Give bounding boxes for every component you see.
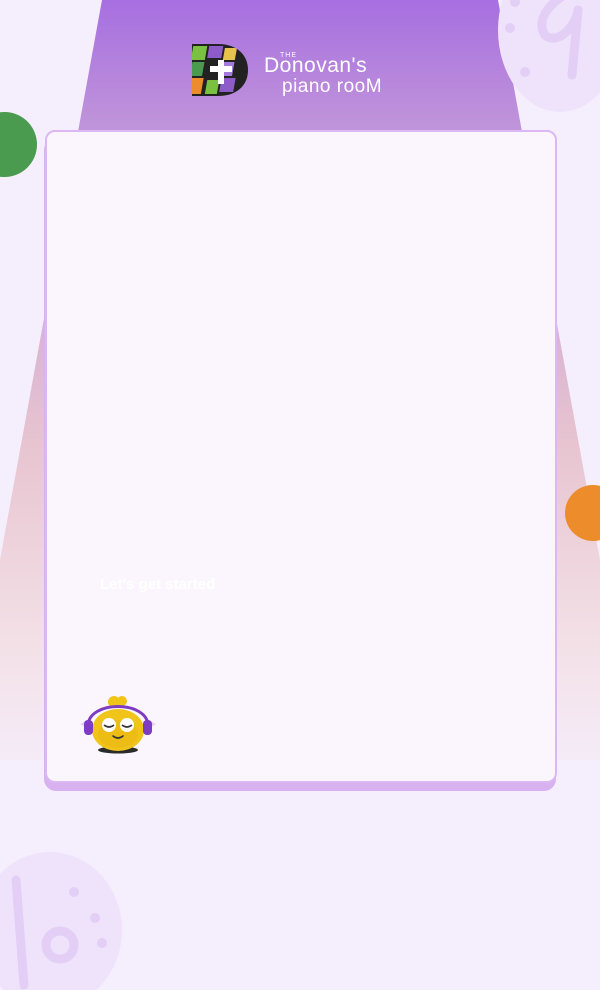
headphones-chick-mascot-icon	[80, 696, 156, 754]
brand-subname: piano rooM	[282, 76, 383, 97]
green-circle-decoration	[0, 112, 37, 177]
get-started-button[interactable]: Let's get started	[100, 576, 215, 593]
brand-name: Donovan's	[264, 54, 368, 77]
piano-keys-d-logo-icon	[192, 44, 248, 96]
main-card	[45, 130, 557, 783]
brand-logo[interactable]: THE Donovan's piano rooM	[190, 40, 410, 102]
music-note-icon	[498, 0, 600, 112]
music-note-icon	[0, 852, 122, 990]
